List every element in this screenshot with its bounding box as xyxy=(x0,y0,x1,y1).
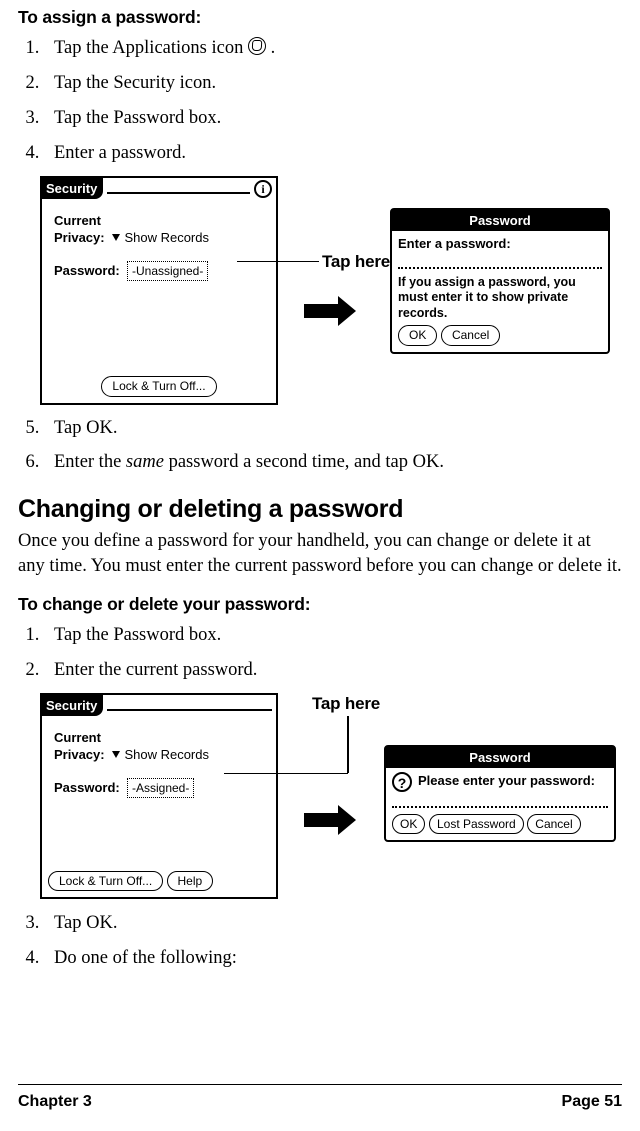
password-dialog-assign: Password Enter a password: If you assign… xyxy=(390,208,610,354)
dialog-title: Password xyxy=(392,210,608,232)
privacy-label: Privacy: xyxy=(54,230,105,245)
footer-chapter: Chapter 3 xyxy=(18,1091,92,1113)
titlebar-line xyxy=(107,701,272,711)
step-text-emph: same xyxy=(126,452,164,472)
step-text: Enter the xyxy=(54,452,126,472)
applications-icon xyxy=(248,37,266,55)
current-label: Current xyxy=(54,730,101,745)
privacy-value[interactable]: Show Records xyxy=(124,747,209,762)
change-steps-list-cont: Tap OK. Do one of the following: xyxy=(18,911,622,971)
leader-line-vert xyxy=(347,716,349,773)
list-item: Enter a password. xyxy=(44,141,622,166)
password-dialog-enter: Password ? Please enter your password: O… xyxy=(384,745,616,843)
chevron-down-icon[interactable] xyxy=(112,751,120,758)
cancel-button[interactable]: Cancel xyxy=(527,814,580,834)
cancel-button[interactable]: Cancel xyxy=(441,325,500,345)
password-input[interactable] xyxy=(398,257,602,269)
leader-line xyxy=(237,261,319,263)
security-tab: Security xyxy=(42,178,103,200)
callout-tap-here: Tap here xyxy=(312,693,380,716)
list-item: Tap the Password box. xyxy=(44,623,622,648)
list-item: Enter the same password a second time, a… xyxy=(44,450,622,475)
ok-button[interactable]: OK xyxy=(392,814,425,834)
list-item: Do one of the following: xyxy=(44,946,622,971)
list-item: Tap the Applications icon . xyxy=(44,36,622,61)
security-screen: Security i Current Privacy: Show Records… xyxy=(40,176,278,405)
arrow-icon xyxy=(304,296,362,326)
heading-change-delete-steps: To change or delete your password: xyxy=(18,593,622,617)
footer-page: Page 51 xyxy=(562,1091,622,1113)
titlebar-line xyxy=(107,184,250,194)
password-label: Password: xyxy=(54,780,120,795)
list-item: Enter the current password. xyxy=(44,658,622,683)
list-item: Tap OK. xyxy=(44,416,622,441)
leader-line xyxy=(224,773,348,775)
privacy-label: Privacy: xyxy=(54,747,105,762)
password-box[interactable]: -Assigned- xyxy=(127,778,194,798)
assign-steps-list: Tap the Applications icon . Tap the Secu… xyxy=(18,36,622,166)
page-footer: Chapter 3 Page 51 xyxy=(18,1084,622,1113)
password-input[interactable] xyxy=(392,796,608,808)
ok-button[interactable]: OK xyxy=(398,325,437,345)
security-screen-assigned: Security Current Privacy: Show Records P… xyxy=(40,693,278,899)
dialog-help-text: If you assign a password, you must enter… xyxy=(398,275,602,322)
body-paragraph: Once you define a password for your hand… xyxy=(18,529,622,579)
current-label: Current xyxy=(54,213,101,228)
arrow-icon xyxy=(304,805,362,835)
password-box[interactable]: -Unassigned- xyxy=(127,261,208,281)
step-text: Tap the Applications icon xyxy=(54,38,248,58)
assign-steps-list-cont: Tap OK. Enter the same password a second… xyxy=(18,416,622,476)
lost-password-button[interactable]: Lost Password xyxy=(429,814,524,834)
heading-changing-deleting: Changing or deleting a password xyxy=(18,493,622,527)
security-tab: Security xyxy=(42,695,103,717)
info-icon[interactable]: i xyxy=(254,180,272,198)
step-text: password a second time, and tap OK. xyxy=(164,452,444,472)
lock-turn-off-button[interactable]: Lock & Turn Off... xyxy=(48,871,163,891)
dialog-prompt: Please enter your password: xyxy=(418,772,595,790)
change-steps-list: Tap the Password box. Enter the current … xyxy=(18,623,622,683)
list-item: Tap the Password box. xyxy=(44,106,622,131)
list-item: Tap the Security icon. xyxy=(44,71,622,96)
heading-assign-password: To assign a password: xyxy=(18,6,622,30)
dialog-prompt: Enter a password: xyxy=(398,235,602,253)
question-icon: ? xyxy=(392,772,412,792)
privacy-value[interactable]: Show Records xyxy=(124,230,209,245)
list-item: Tap OK. xyxy=(44,911,622,936)
dialog-title: Password xyxy=(386,747,614,769)
chevron-down-icon[interactable] xyxy=(112,234,120,241)
step-text: . xyxy=(271,38,276,58)
lock-turn-off-button[interactable]: Lock & Turn Off... xyxy=(101,376,216,396)
callout-tap-here: Tap here xyxy=(322,251,390,274)
help-button[interactable]: Help xyxy=(167,871,214,891)
password-label: Password: xyxy=(54,263,120,278)
